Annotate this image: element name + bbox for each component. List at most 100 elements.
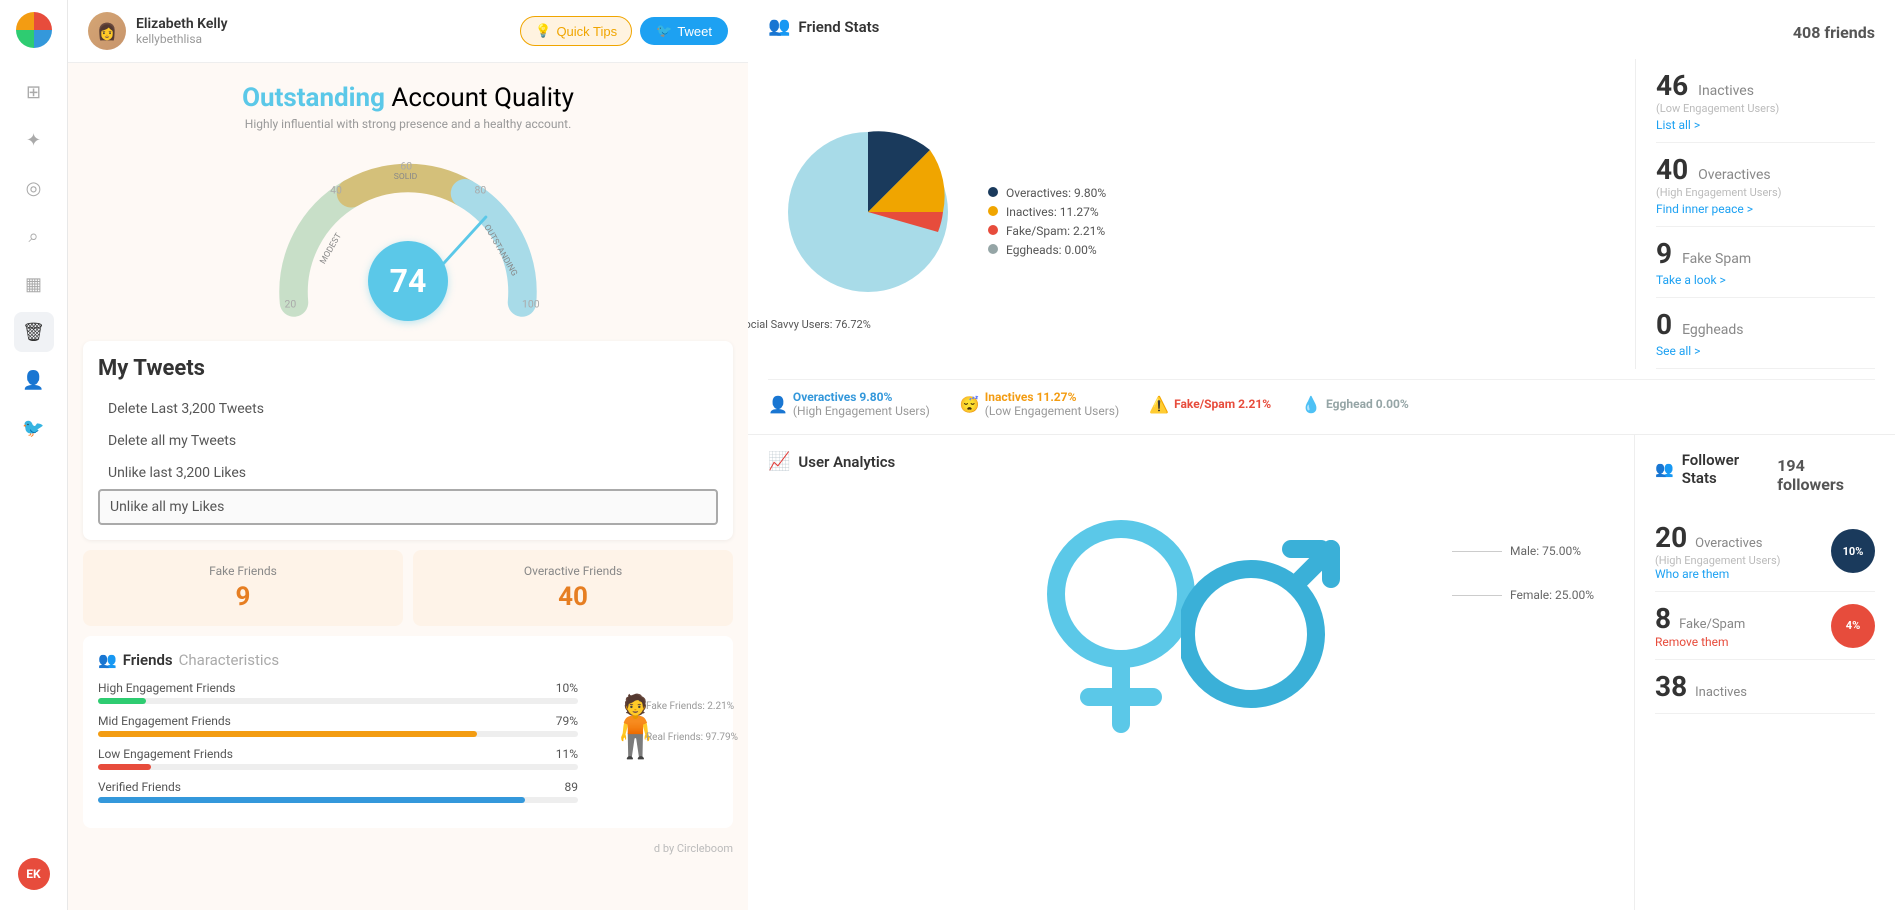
sidebar-item-people[interactable]: 👤 <box>14 360 54 400</box>
follower-overactives-sub: (High Engagement Users) <box>1655 554 1781 567</box>
high-engagement-pct: 10% <box>556 681 578 695</box>
unlike-all-likes-item[interactable]: Unlike all my Likes <box>98 489 718 525</box>
followers-total-count: 194 followers <box>1777 456 1875 494</box>
high-engagement-fill <box>98 698 146 704</box>
twitter-bird-icon: 🐦 <box>656 23 672 39</box>
delete-all-tweets-item[interactable]: Delete all my Tweets <box>98 425 718 457</box>
mid-engagement-label: Mid Engagement Friends <box>98 714 231 728</box>
legend-overactives: Overactives: 9.80% <box>988 186 1106 200</box>
user-info: 👩 Elizabeth Kelly kellybethlisa <box>88 12 228 50</box>
unlike-last-3200-item[interactable]: Unlike last 3,200 Likes <box>98 457 718 489</box>
quick-tips-label: Quick Tips <box>556 24 617 39</box>
header-buttons: 💡 Quick Tips 🐦 Tweet <box>520 16 728 46</box>
follower-stats-title: 👥 Follower Stats <box>1655 451 1777 487</box>
quick-tips-button[interactable]: 💡 Quick Tips <box>520 16 632 46</box>
user-avatar-sidebar[interactable]: EK <box>18 858 50 890</box>
follower-overactives-label: Overactives <box>1695 536 1762 551</box>
quality-rest: Account Quality <box>385 83 574 113</box>
follower-inactives-info: 38 Inactives <box>1655 670 1747 703</box>
user-analytics-panel: 📈 User Analytics <box>748 435 1635 910</box>
legend-dot-eggheads <box>988 244 998 254</box>
mid-engagement-pct: 79% <box>556 714 578 728</box>
remove-them-link[interactable]: Remove them <box>1655 635 1745 649</box>
svg-text:40: 40 <box>330 183 342 196</box>
low-engagement-bar <box>98 764 578 770</box>
list-all-link[interactable]: List all > <box>1656 118 1875 132</box>
verified-friends-stat: Verified Friends 89 <box>98 780 578 803</box>
friends-total-count: 408 friends <box>1793 23 1875 42</box>
female-line <box>1452 595 1502 596</box>
follower-inactives-label: Inactives <box>1695 685 1747 700</box>
mid-engagement-bar <box>98 731 578 737</box>
follower-fakespam-item: 8 Fake/Spam Remove them 4% <box>1655 592 1875 660</box>
char-label: Characteristics <box>179 651 279 669</box>
follower-fakespam-info: 8 Fake/Spam Remove them <box>1655 602 1745 649</box>
tweet-button[interactable]: 🐦 Tweet <box>640 17 728 45</box>
footer-fakespam-label: Fake/Spam 2.21% <box>1174 397 1271 411</box>
find-inner-peace-link[interactable]: Find inner peace > <box>1656 202 1875 216</box>
legend-inactives: Inactives: 11.27% <box>988 205 1106 219</box>
low-engagement-stat: Low Engagement Friends 11% <box>98 747 578 770</box>
female-label-row: Female: 25.00% <box>1452 588 1594 602</box>
mid-engagement-stat: Mid Engagement Friends 79% <box>98 714 578 737</box>
gauge-score: 74 <box>368 241 448 321</box>
quality-highlight: Outstanding <box>242 83 385 113</box>
quality-section: Outstanding Account Quality Highly influ… <box>68 63 748 141</box>
tweet-label: Tweet <box>677 24 712 39</box>
fakespam-pct-badge: 4% <box>1831 604 1875 648</box>
sidebar-item-twitter[interactable]: 🐦 <box>14 408 54 448</box>
sidebar-item-grid[interactable]: ⊞ <box>14 72 54 112</box>
footer-overactives: 👤 Overactives 9.80% (High Engagement Use… <box>768 390 930 418</box>
overactive-friends-card: Overactive Friends 40 <box>413 550 733 626</box>
see-all-link[interactable]: See all > <box>1656 344 1875 358</box>
lightbulb-icon: 💡 <box>535 23 551 39</box>
stat-fakespam: 9 Fake Spam Take a look > <box>1656 227 1875 298</box>
sidebar-item-target[interactable]: ◎ <box>14 168 54 208</box>
left-panel: 👩 Elizabeth Kelly kellybethlisa 💡 Quick … <box>68 0 748 910</box>
delete-last-3200-item[interactable]: Delete Last 3,200 Tweets <box>98 393 718 425</box>
footer-egghead: 💧 Egghead 0.00% <box>1301 390 1409 418</box>
high-engagement-bar <box>98 698 578 704</box>
overactive-friends-label: Overactive Friends <box>427 564 719 578</box>
app-logo[interactable] <box>16 12 52 48</box>
quality-subtitle: Highly influential with strong presence … <box>88 117 728 131</box>
follower-inactives-item: 38 Inactives <box>1655 660 1875 714</box>
who-are-them-link[interactable]: Who are them <box>1655 567 1781 581</box>
follower-overactives-item: 20 Overactives (High Engagement Users) W… <box>1655 511 1875 592</box>
take-a-look-link[interactable]: Take a look > <box>1656 273 1875 287</box>
main-content: 👩 Elizabeth Kelly kellybethlisa 💡 Quick … <box>68 0 1895 910</box>
fake-friends-num: 9 <box>97 582 389 612</box>
stat-eggheads: 0 Eggheads See all > <box>1656 298 1875 369</box>
sidebar-item-network[interactable]: ✦ <box>14 120 54 160</box>
gender-labels: Male: 75.00% Female: 25.00% <box>1452 544 1594 602</box>
sidebar-item-chart[interactable]: ▦ <box>14 264 54 304</box>
pie-chart: Social Savvy Users: 76.72% <box>768 112 968 316</box>
figure-area: 🧍 Fake Friends: 2.21% Real Friends: 97.7… <box>598 681 718 813</box>
overactive-friends-num: 40 <box>427 582 719 612</box>
mid-engagement-fill <box>98 731 477 737</box>
sidebar-item-search[interactable]: ⌕ <box>14 216 54 256</box>
friends-stats-list: High Engagement Friends 10% Mid Engageme… <box>98 681 578 813</box>
fake-friends-figure-label: Fake Friends: 2.21% Real Friends: 97.79% <box>646 701 738 743</box>
friends-characteristics-section: 👥 Friends Characteristics High Engagemen… <box>83 636 733 828</box>
male-label-row: Male: 75.00% <box>1452 544 1594 558</box>
pie-svg <box>768 112 968 312</box>
sidebar-item-delete[interactable]: 🗑 <box>14 312 54 352</box>
stat-inactives: 46 Inactives (Low Engagement Users) List… <box>1656 59 1875 143</box>
follower-stats-icon: 👥 <box>1655 460 1674 478</box>
friends-char-content: High Engagement Friends 10% Mid Engageme… <box>98 681 718 813</box>
verified-friends-bar <box>98 797 578 803</box>
friends-cards: Fake Friends 9 Overactive Friends 40 <box>83 550 733 626</box>
friends-label: Friends <box>123 651 173 669</box>
male-symbol <box>1181 504 1341 724</box>
quality-title: Outstanding Account Quality <box>88 83 728 113</box>
friend-stats-icon: 👥 <box>768 16 790 37</box>
user-avatar: 👩 <box>88 12 126 50</box>
low-engagement-pct: 11% <box>556 747 578 761</box>
follower-overactives-num: 20 <box>1655 521 1687 554</box>
low-engagement-fill <box>98 764 151 770</box>
svg-text:60: 60 <box>400 160 412 173</box>
footer-stats-row: 👤 Overactives 9.80% (High Engagement Use… <box>768 379 1875 418</box>
high-engagement-stat: High Engagement Friends 10% <box>98 681 578 704</box>
svg-text:100: 100 <box>522 297 540 310</box>
